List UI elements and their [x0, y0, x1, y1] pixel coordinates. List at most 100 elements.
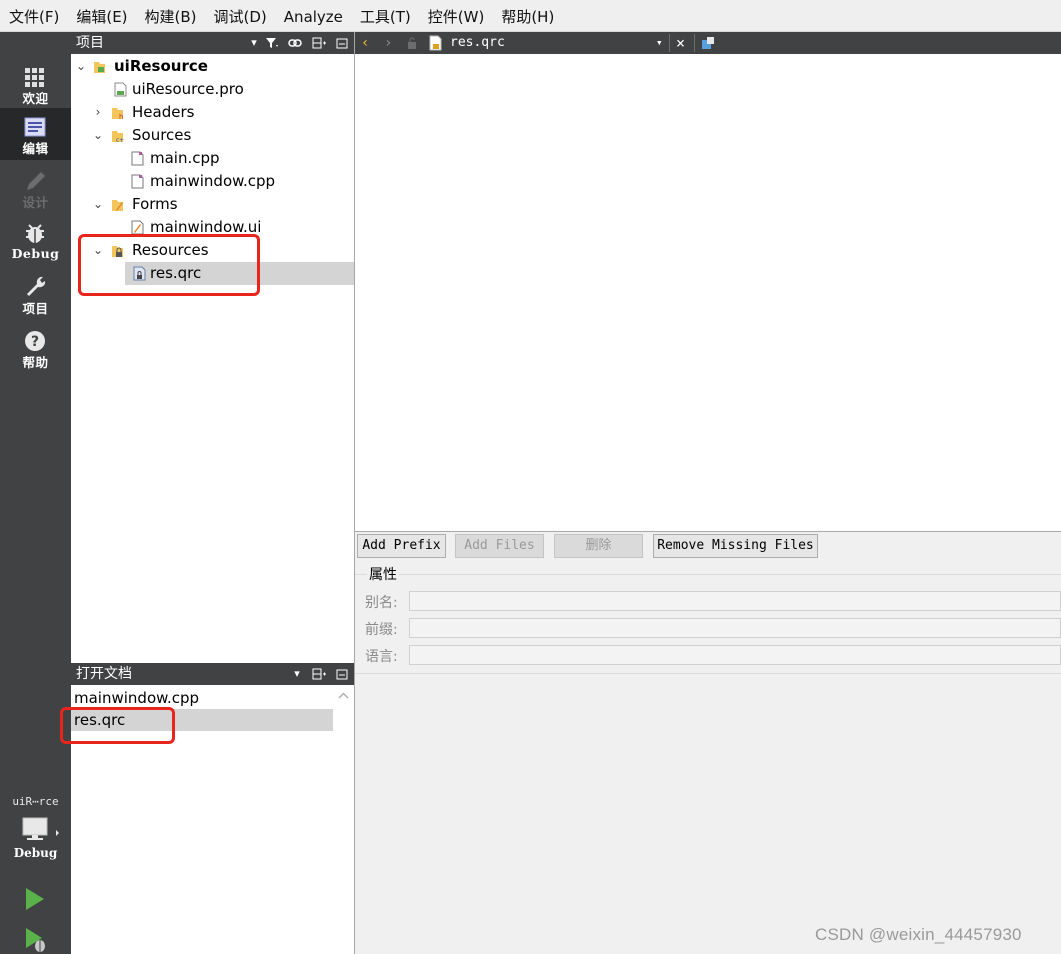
menu-tools[interactable]: 工具(T) — [351, 0, 419, 32]
panel-separator — [355, 673, 1061, 674]
project-pane-title[interactable]: 项目 — [76, 32, 104, 54]
dropdown-arrow-icon[interactable]: ▾ — [289, 666, 305, 682]
mode-design-label: 设计 — [22, 195, 49, 210]
menu-help[interactable]: 帮助(H) — [492, 0, 562, 32]
forward-arrow-icon[interactable]: › — [384, 32, 392, 54]
tree-item-main-cpp[interactable]: main.cpp — [71, 147, 354, 170]
svg-text:?: ? — [31, 334, 39, 350]
monitor-icon — [22, 817, 59, 840]
add-files-button[interactable]: Add Files — [455, 534, 544, 558]
dropdown-arrow-icon[interactable]: ▾ — [246, 35, 262, 51]
scroll-up-icon[interactable] — [333, 686, 354, 706]
language-field[interactable] — [409, 645, 1061, 665]
open-doc-mainwindow-cpp[interactable]: mainwindow.cpp — [71, 687, 333, 709]
project-tree: ⌄ uiResource uiResource.pro › h Headers … — [71, 54, 354, 662]
tree-item-forms[interactable]: ⌄ Forms — [71, 193, 354, 216]
mode-help[interactable]: ? 帮助 — [0, 322, 71, 374]
tree-item-mainwindow-cpp[interactable]: mainwindow.cpp — [71, 170, 354, 193]
help-icon: ? — [25, 331, 45, 351]
link-icon[interactable] — [287, 35, 303, 51]
alias-field[interactable] — [409, 591, 1061, 611]
expanded-arrow-icon[interactable]: ⌄ — [74, 55, 88, 78]
headers-folder-icon: h — [112, 108, 123, 120]
pencil-icon — [27, 172, 45, 190]
back-arrow-icon[interactable]: ‹ — [361, 32, 369, 54]
tree-item-uiresource[interactable]: ⌄ uiResource — [71, 55, 354, 78]
mode-projects[interactable]: 项目 — [0, 268, 71, 320]
expanded-arrow-icon[interactable]: ⌄ — [91, 124, 105, 147]
grid-icon — [25, 68, 44, 87]
collapsed-arrow-icon[interactable]: › — [91, 101, 105, 124]
cpp-file-icon — [131, 174, 144, 189]
alias-label: 别名: — [365, 595, 398, 611]
tree-label-main-cpp: main.cpp — [150, 149, 220, 167]
menu-bar: 文件(F) 编辑(E) 构建(B) 调试(D) Analyze 工具(T) 控件… — [0, 0, 1061, 32]
mode-welcome-label: 欢迎 — [22, 91, 49, 106]
properties-group-title: 属性 — [367, 564, 399, 584]
highlight-resources-box — [78, 234, 260, 296]
add-prefix-button[interactable]: Add Prefix — [357, 534, 446, 558]
menu-controls[interactable]: 控件(W) — [419, 0, 493, 32]
close-pane-icon[interactable] — [334, 666, 350, 682]
ui-file-icon — [131, 220, 144, 235]
highlight-open-doc-box — [60, 707, 175, 744]
filter-icon[interactable] — [264, 35, 280, 51]
menu-edit[interactable]: 编辑(E) — [67, 0, 135, 32]
tree-item-headers[interactable]: › h Headers — [71, 101, 354, 124]
mode-welcome[interactable]: 欢迎 — [0, 58, 71, 110]
tree-label-uiresource: uiResource — [114, 57, 208, 75]
mode-edit[interactable]: 编辑 — [0, 108, 71, 160]
kit-selector-label[interactable]: uiR⋯rce — [0, 795, 71, 808]
tree-item-pro[interactable]: uiResource.pro — [71, 78, 354, 101]
cpp-file-icon — [131, 151, 144, 166]
split-editor-icon[interactable] — [700, 35, 716, 51]
resource-editor-panel: Add Prefix Add Files 删除 Remove Missing F… — [355, 532, 1061, 954]
menu-file[interactable]: 文件(F) — [0, 0, 67, 32]
project-folder-icon — [94, 62, 105, 73]
prefix-label: 前缀: — [365, 622, 398, 638]
menu-debug[interactable]: 调试(D) — [205, 0, 275, 32]
open-docs-title[interactable]: 打开文档 — [76, 663, 132, 685]
mode-design[interactable]: 设计 — [0, 162, 71, 214]
debug-run-icon[interactable] — [22, 925, 48, 953]
forms-folder-icon — [112, 200, 123, 211]
tree-label-mainwindow-cpp: mainwindow.cpp — [150, 172, 276, 190]
mode-edit-label: 编辑 — [22, 141, 49, 156]
edit-document-icon — [24, 117, 46, 137]
run-icon[interactable] — [22, 885, 48, 913]
close-document-icon[interactable]: × — [676, 32, 685, 54]
open-docs-scrollbar[interactable] — [333, 686, 354, 954]
menu-analyze[interactable]: Analyze — [275, 0, 351, 32]
close-pane-icon[interactable] — [334, 35, 350, 51]
mode-debug[interactable]: Debug — [0, 216, 71, 268]
tree-label-forms: Forms — [132, 195, 178, 213]
mode-sidebar: 欢迎 编辑 设计 Debug 项目 ? 帮助 uiR⋯rce Debug — [0, 32, 71, 954]
split-icon[interactable] — [311, 35, 327, 51]
toolbar-divider — [694, 34, 695, 52]
lock-icon[interactable] — [406, 36, 418, 50]
split-icon[interactable] — [311, 666, 327, 682]
expanded-arrow-icon[interactable]: ⌄ — [91, 193, 105, 216]
remove-missing-files-button[interactable]: Remove Missing Files — [653, 534, 818, 558]
file-dropdown-arrow-icon[interactable]: ▾ — [656, 32, 663, 54]
project-pane-header: 项目 ▾ — [71, 32, 354, 54]
delete-button[interactable]: 删除 — [554, 534, 643, 558]
kit-mode-label: Debug — [13, 846, 58, 860]
tree-label-pro: uiResource.pro — [132, 80, 244, 98]
svg-text:c+: c+ — [116, 137, 124, 143]
editor-area[interactable] — [355, 54, 1061, 531]
prefix-field[interactable] — [409, 618, 1061, 638]
tree-label-sources: Sources — [132, 126, 192, 144]
svg-text:h: h — [119, 113, 123, 120]
sources-folder-icon: c+ — [112, 131, 124, 143]
watermark: CSDN @weixin_44457930 — [815, 925, 1022, 944]
pro-file-icon — [114, 82, 127, 97]
wrench-icon — [27, 276, 46, 296]
mode-debug-label: Debug — [11, 246, 60, 261]
language-label: 语言: — [365, 649, 398, 665]
kit-selector[interactable]: Debug — [0, 814, 71, 870]
qrc-file-icon — [429, 35, 442, 51]
menu-build[interactable]: 构建(B) — [136, 0, 205, 32]
tree-item-sources[interactable]: ⌄ c+ Sources — [71, 124, 354, 147]
current-file-name[interactable]: res.qrc — [450, 32, 505, 54]
